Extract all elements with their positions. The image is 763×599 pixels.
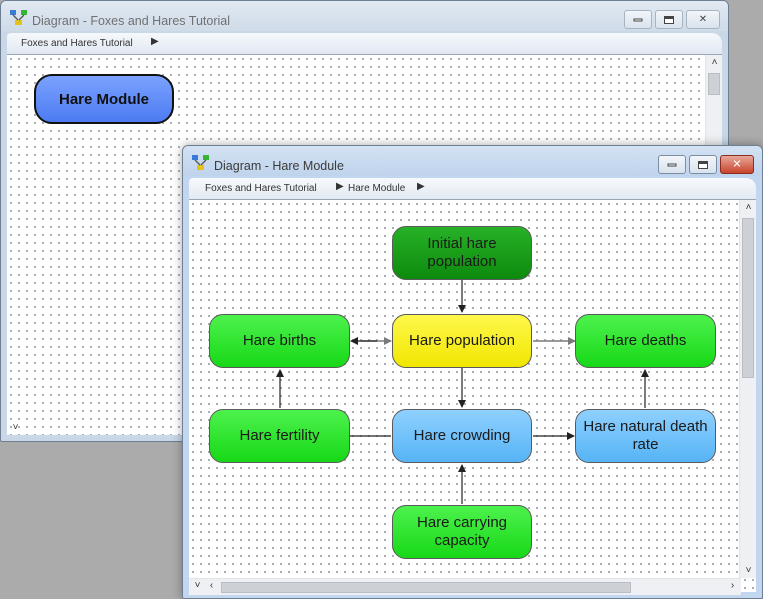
close-button[interactable]: ✕ — [720, 155, 754, 174]
hare-carrying-capacity-node[interactable]: Hare carrying capacity — [392, 505, 532, 559]
breadcrumb: Foxes and Hares Tutorial ▶ — [7, 33, 722, 55]
maximize-icon — [664, 15, 674, 24]
chevron-left-icon[interactable]: ‹ — [203, 580, 220, 591]
diagram-canvas[interactable]: Initial hare population Hare population … — [189, 200, 756, 595]
minimize-button[interactable] — [624, 10, 652, 29]
minimize-icon — [667, 163, 677, 166]
diagram-app-icon — [10, 10, 27, 25]
hare-crowding-node[interactable]: Hare crowding — [392, 409, 532, 463]
breadcrumb-separator-icon[interactable]: ▶ — [151, 36, 159, 47]
breadcrumb: Foxes and Hares Tutorial ▶ Hare Module ▶ — [189, 178, 756, 200]
window-title: Diagram - Foxes and Hares Tutorial — [32, 14, 230, 28]
vertical-scrollbar[interactable]: ˄ ˅ — [739, 200, 756, 578]
chevron-down-icon[interactable]: ˅ — [740, 565, 757, 576]
minimize-button[interactable] — [658, 155, 686, 174]
close-button[interactable]: ✕ — [686, 10, 720, 29]
maximize-button[interactable] — [655, 10, 683, 29]
hare-births-node[interactable]: Hare births — [209, 314, 350, 368]
breadcrumb-separator-icon[interactable]: ▶ — [417, 181, 425, 192]
scroll-thumb[interactable] — [221, 582, 631, 593]
hare-population-node[interactable]: Hare population — [392, 314, 532, 368]
breadcrumb-separator-icon[interactable]: ▶ — [336, 181, 344, 192]
title-bar[interactable]: Diagram - Hare Module ✕ — [183, 146, 762, 176]
maximize-button[interactable] — [689, 155, 717, 174]
breadcrumb-item-hare-module[interactable]: Hare Module — [348, 183, 405, 194]
scroll-thumb[interactable] — [742, 218, 754, 378]
hare-module-node[interactable]: Hare Module — [34, 74, 174, 124]
initial-hare-population-node[interactable]: Initial hare population — [392, 226, 532, 280]
hare-deaths-node[interactable]: Hare deaths — [575, 314, 716, 368]
diagram-app-icon — [192, 155, 209, 170]
foreground-diagram-window[interactable]: Diagram - Hare Module ✕ Foxes and Hares … — [182, 145, 763, 599]
breadcrumb-item-foxes-and-hares[interactable]: Foxes and Hares Tutorial — [205, 183, 317, 194]
chevron-down-icon[interactable]: ˅ — [7, 422, 24, 433]
window-title: Diagram - Hare Module — [214, 159, 344, 173]
breadcrumb-item-foxes-and-hares[interactable]: Foxes and Hares Tutorial — [21, 38, 133, 49]
chevron-up-icon[interactable]: ˄ — [740, 202, 757, 213]
scroll-thumb[interactable] — [708, 73, 720, 95]
maximize-icon — [698, 160, 708, 169]
horizontal-scrollbar[interactable]: ˅ ‹ › — [189, 578, 741, 595]
close-icon: ✕ — [698, 13, 708, 25]
chevron-right-icon[interactable]: › — [724, 580, 741, 591]
close-icon: ✕ — [732, 158, 742, 170]
hare-fertility-node[interactable]: Hare fertility — [209, 409, 350, 463]
chevron-up-icon[interactable]: ˄ — [706, 57, 723, 68]
hare-natural-death-rate-node[interactable]: Hare natural death rate — [575, 409, 716, 463]
title-bar[interactable]: Diagram - Foxes and Hares Tutorial ✕ — [1, 1, 728, 31]
minimize-icon — [633, 18, 643, 21]
